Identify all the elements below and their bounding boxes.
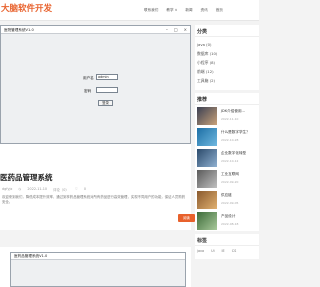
recommend-item-date: 2022-10-28 — [221, 138, 239, 142]
recommend-item-date: 2022-10-12 — [221, 159, 239, 163]
recommend-item-date: 2022-08-18 — [221, 222, 239, 226]
article-title[interactable]: 医药品管理系统 — [0, 172, 53, 183]
minimize-icon: – — [165, 27, 168, 32]
nav-item-home[interactable]: 首页 — [216, 8, 223, 13]
recommend-item[interactable]: 产品设计 2022-08-18 — [195, 212, 259, 234]
clock-icon: ◷ — [18, 187, 22, 191]
tag-item[interactable]: java — [197, 249, 204, 253]
main-content: 医院管理系统V1.0 – □ × 用户名 admin 密码 登录 医药品管理系统… — [0, 25, 195, 287]
comment-count: 评论（0） — [53, 188, 69, 192]
divider — [195, 36, 259, 37]
article-meta: dgfyjx ◷ 2022-11-10 评论（0） ♡ 0 — [2, 187, 86, 192]
recommend-item[interactable]: 什么是数字学生？ 2022-10-28 — [195, 128, 259, 150]
divider — [195, 245, 259, 246]
password-field — [96, 87, 118, 93]
article-thumbnail-2[interactable]: 医药品管理系统V1.0 — [10, 252, 186, 287]
tag-item[interactable]: CS — [232, 249, 237, 253]
article-card-2: 医药品管理系统V1.0 — [0, 247, 191, 287]
recommend-item-title: JDK介绍使用... — [221, 109, 245, 113]
article-card: 医院管理系统V1.0 – □ × 用户名 admin 密码 登录 医药品管理系统… — [0, 25, 195, 230]
article-summary: 欢迎来到我们，降低成本提升效率，通过到享药品管理系统对所有药品进行高效管理，实现… — [2, 195, 186, 205]
author-name: dgfyjx — [2, 187, 13, 191]
tag-item[interactable]: Ui — [211, 249, 214, 253]
recommend-item-date: 2022-09-20 — [221, 180, 239, 184]
category-item[interactable]: 小程序 (8) — [197, 60, 215, 66]
recommend-item[interactable]: JDK介绍使用... 2022-11-10 — [195, 107, 259, 129]
recommend-thumbnail — [197, 149, 217, 167]
recommend-thumbnail — [197, 128, 217, 146]
recommend-item-date: 2022-11-10 — [221, 117, 239, 121]
recommend-item-title: 产品设计 — [221, 214, 236, 218]
read-more-button[interactable]: 阅读 — [178, 214, 195, 222]
recommend-panel: 推荐 JDK介绍使用... 2022-11-10 什么是数字学生？ 2022-1… — [195, 93, 259, 231]
categories-panel: 分类 java (0) 数据库 (10) 小程序 (8) 前端 (12) 工具箱… — [195, 25, 259, 90]
recommend-thumbnail — [197, 212, 217, 230]
recommend-item[interactable]: 企业数字化转型 2022-10-12 — [195, 149, 259, 171]
window-controls: – □ × — [166, 26, 187, 34]
like-icon: ♡ — [74, 187, 78, 191]
nav-item-contact[interactable]: 联系我们 — [144, 8, 158, 13]
login-button: 登录 — [98, 100, 113, 106]
tags-panel: 标签 java Ui IE CS — [195, 234, 259, 259]
recommend-item-date: 2022-09-05 — [221, 201, 239, 205]
nav-item-news[interactable]: 新闻 — [185, 8, 192, 13]
post-date: 2022-11-10 — [27, 187, 48, 191]
nav-item-teaching[interactable]: 教学 ∨ — [166, 8, 177, 13]
tag-list: java Ui IE CS — [197, 249, 236, 253]
recommend-thumbnail — [197, 170, 217, 188]
window-title: 医院管理系统V1.0 — [1, 26, 190, 34]
recommend-item-title: 什么是数字学生？ — [221, 130, 250, 134]
recommend-item-title: 企业数字化转型 — [221, 151, 247, 155]
category-item[interactable]: java (0) — [197, 42, 212, 47]
recommend-item[interactable]: 供应链 2022-09-05 — [195, 191, 259, 213]
username-label: 用户名 — [83, 76, 94, 80]
tag-item[interactable]: IE — [222, 249, 225, 253]
recommend-title: 推荐 — [197, 97, 208, 103]
categories-title: 分类 — [197, 29, 208, 35]
maximize-icon: □ — [173, 27, 178, 32]
site-header: 大脑软件开发 联系我们 教学 ∨ 新闻 资讯 首页 — [0, 0, 259, 21]
tags-title: 标签 — [197, 238, 208, 244]
username-field: admin — [96, 74, 118, 80]
like-count: 0 — [83, 187, 87, 191]
recommend-item-title: 工业互联网 — [221, 172, 239, 176]
recommend-item-title: 供应链 — [221, 193, 232, 197]
category-item[interactable]: 前端 (12) — [197, 69, 214, 75]
divider — [195, 104, 259, 105]
category-item[interactable]: 工具箱 (2) — [197, 78, 215, 84]
article-thumbnail[interactable]: 医院管理系统V1.0 – □ × 用户名 admin 密码 登录 — [0, 25, 191, 144]
site-logo[interactable]: 大脑软件开发 — [1, 2, 52, 14]
close-icon: × — [183, 27, 187, 32]
recommend-thumbnail — [197, 107, 217, 125]
recommend-item[interactable]: 工业互联网 2022-09-20 — [195, 170, 259, 192]
main-nav: 联系我们 教学 ∨ 新闻 资讯 首页 — [144, 8, 223, 13]
category-item[interactable]: 数据库 (10) — [197, 51, 217, 57]
login-window-screenshot: 医院管理系统V1.0 – □ × 用户名 admin 密码 登录 — [0, 25, 191, 144]
password-label: 密码 — [84, 89, 92, 93]
nav-item-info[interactable]: 资讯 — [201, 8, 208, 13]
recommend-thumbnail — [197, 191, 217, 209]
